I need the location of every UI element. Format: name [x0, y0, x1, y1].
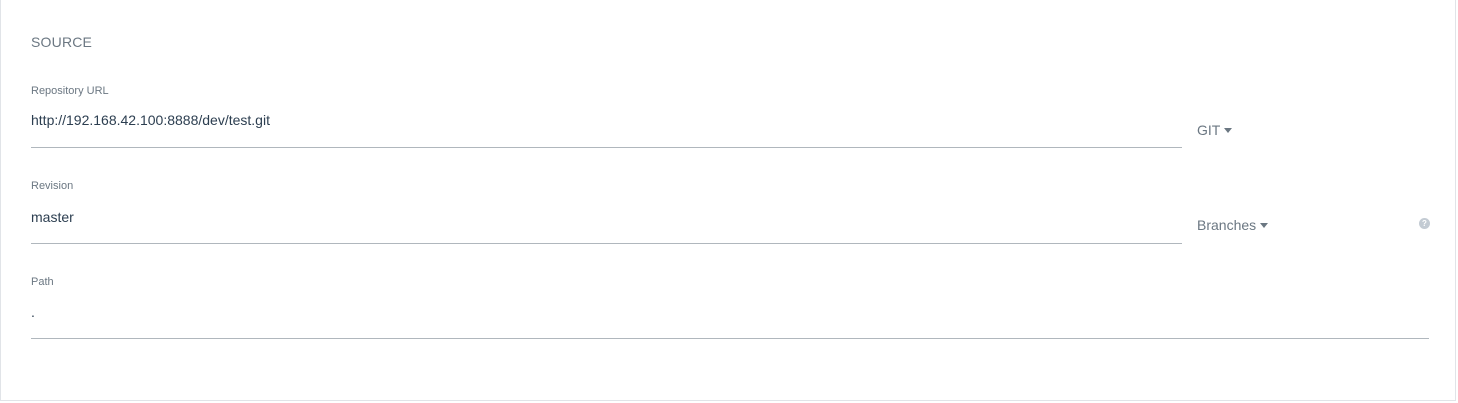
path-input[interactable]: .: [31, 304, 35, 320]
revision-input[interactable]: master: [31, 209, 74, 225]
path-underline: [31, 338, 1429, 339]
source-panel: SOURCE Repository URL http://192.168.42.…: [0, 0, 1456, 401]
repository-url-input[interactable]: http://192.168.42.100:8888/dev/test.git: [31, 112, 270, 128]
revision-underline: [31, 243, 1182, 244]
help-icon[interactable]: ?: [1419, 218, 1430, 229]
repository-type-label: GIT: [1197, 122, 1221, 138]
revision-mode-label: Branches: [1197, 217, 1257, 233]
repository-url-underline: [31, 147, 1182, 148]
revision-mode-dropdown[interactable]: Branches: [1197, 217, 1269, 233]
path-label: Path: [31, 276, 54, 288]
repository-type-dropdown[interactable]: GIT: [1197, 122, 1233, 138]
section-title: SOURCE: [31, 34, 93, 50]
revision-label: Revision: [31, 180, 74, 192]
chevron-down-icon: [1224, 128, 1233, 133]
repository-url-label: Repository URL: [31, 85, 109, 97]
chevron-down-icon: [1260, 223, 1269, 228]
